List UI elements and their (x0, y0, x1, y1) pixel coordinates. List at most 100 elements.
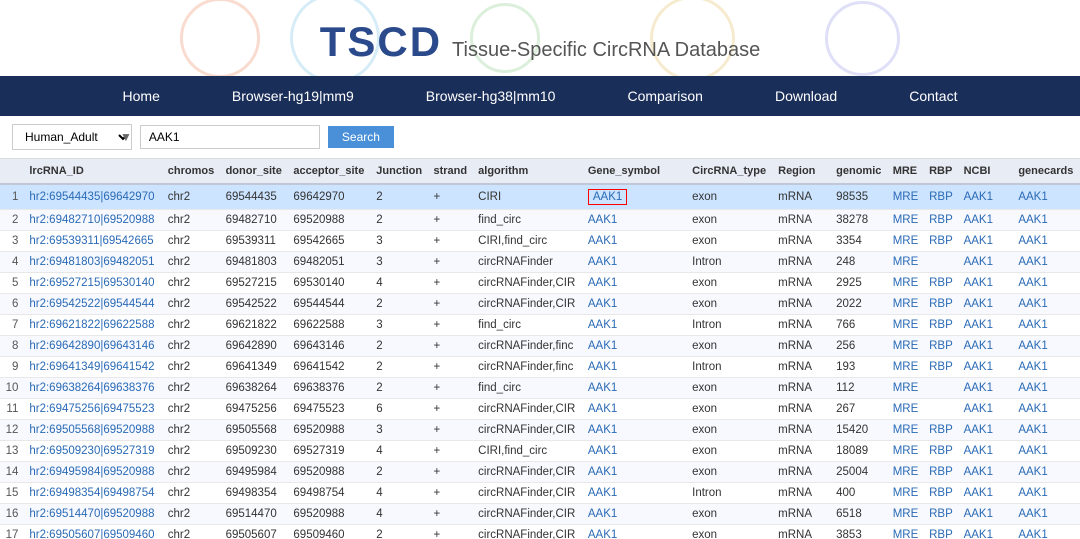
cell-gene[interactable]: AAK1 (583, 336, 687, 357)
rbp-link[interactable]: RBP (929, 340, 953, 352)
cell-ncbi[interactable]: AAK1 (959, 504, 1014, 525)
cell-ncbi[interactable]: AAK1 (959, 399, 1014, 420)
cell-id[interactable]: hr2:69498354|69498754 (24, 483, 162, 504)
cell-rbp[interactable]: RBP (924, 294, 958, 315)
mre-link[interactable]: MRE (893, 277, 919, 289)
cell-rbp[interactable]: RBP (924, 525, 958, 539)
cell-id[interactable]: hr2:69641349|69641542 (24, 357, 162, 378)
cell-ncbi[interactable]: AAK1 (959, 231, 1014, 252)
nav-item-browser-hg38-mm10[interactable]: Browser-hg38|mm10 (390, 76, 592, 116)
mre-link[interactable]: MRE (893, 466, 919, 478)
nav-item-comparison[interactable]: Comparison (591, 76, 738, 116)
genecards-link[interactable]: AAK1 (1018, 277, 1047, 289)
cell-id[interactable]: hr2:69539311|69542665 (24, 231, 162, 252)
cell-genecards[interactable]: AAK1 (1013, 252, 1080, 273)
lrcrna-id-link[interactable]: hr2:69475256|69475523 (29, 403, 154, 415)
cell-gene[interactable]: AAK1 (583, 273, 687, 294)
genecards-link[interactable]: AAK1 (1018, 382, 1047, 394)
cell-mre[interactable]: MRE (888, 378, 924, 399)
cell-id[interactable]: hr2:69544435|69642970 (24, 184, 162, 210)
rbp-link[interactable]: RBP (929, 445, 953, 457)
cell-genecards[interactable]: AAK1 (1013, 357, 1080, 378)
gene-symbol-link[interactable]: AAK1 (588, 340, 617, 352)
cell-mre[interactable]: MRE (888, 252, 924, 273)
genecards-link[interactable]: AAK1 (1018, 298, 1047, 310)
genecards-link[interactable]: AAK1 (1018, 508, 1047, 520)
cell-genecards[interactable]: AAK1 (1013, 210, 1080, 231)
rbp-link[interactable]: RBP (929, 529, 953, 539)
cell-mre[interactable]: MRE (888, 399, 924, 420)
cell-mre[interactable]: MRE (888, 441, 924, 462)
rbp-link[interactable]: RBP (929, 466, 953, 478)
cell-gene[interactable]: AAK1 (583, 483, 687, 504)
cell-ncbi[interactable]: AAK1 (959, 441, 1014, 462)
cell-rbp[interactable]: RBP (924, 273, 958, 294)
cell-genecards[interactable]: AAK1 (1013, 273, 1080, 294)
cell-mre[interactable]: MRE (888, 525, 924, 539)
cell-gene[interactable]: AAK1 (583, 504, 687, 525)
cell-rbp[interactable]: RBP (924, 231, 958, 252)
cell-id[interactable]: hr2:69475256|69475523 (24, 399, 162, 420)
cell-genecards[interactable]: AAK1 (1013, 441, 1080, 462)
cell-mre[interactable]: MRE (888, 462, 924, 483)
ncbi-link[interactable]: AAK1 (964, 340, 993, 352)
rbp-link[interactable]: RBP (929, 298, 953, 310)
genecards-link[interactable]: AAK1 (1018, 424, 1047, 436)
cell-id[interactable]: hr2:69481803|69482051 (24, 252, 162, 273)
cell-genecards[interactable]: AAK1 (1013, 399, 1080, 420)
lrcrna-id-link[interactable]: hr2:69638264|69638376 (29, 382, 154, 394)
cell-id[interactable]: hr2:69514470|69520988 (24, 504, 162, 525)
mre-link[interactable]: MRE (893, 340, 919, 352)
gene-symbol-link[interactable]: AAK1 (588, 214, 617, 226)
cell-rbp[interactable]: RBP (924, 357, 958, 378)
cell-ncbi[interactable]: AAK1 (959, 184, 1014, 210)
cell-mre[interactable]: MRE (888, 184, 924, 210)
cell-genecards[interactable]: AAK1 (1013, 378, 1080, 399)
gene-symbol-link[interactable]: AAK1 (588, 256, 617, 268)
genecards-link[interactable]: AAK1 (1018, 445, 1047, 457)
cell-genecards[interactable]: AAK1 (1013, 184, 1080, 210)
cell-gene[interactable]: AAK1 (583, 462, 687, 483)
cell-rbp[interactable]: RBP (924, 504, 958, 525)
gene-symbol-link[interactable]: AAK1 (588, 277, 617, 289)
cell-id[interactable]: hr2:69527215|69530140 (24, 273, 162, 294)
cell-rbp[interactable]: RBP (924, 462, 958, 483)
cell-ncbi[interactable]: AAK1 (959, 378, 1014, 399)
lrcrna-id-link[interactable]: hr2:69514470|69520988 (29, 508, 154, 520)
nav-item-download[interactable]: Download (739, 76, 873, 116)
ncbi-link[interactable]: AAK1 (964, 361, 993, 373)
mre-link[interactable]: MRE (893, 256, 919, 268)
cell-mre[interactable]: MRE (888, 357, 924, 378)
ncbi-link[interactable]: AAK1 (964, 256, 993, 268)
lrcrna-id-link[interactable]: hr2:69539311|69542665 (29, 235, 153, 247)
rbp-link[interactable]: RBP (929, 487, 953, 499)
rbp-link[interactable]: RBP (929, 508, 953, 520)
ncbi-link[interactable]: AAK1 (964, 466, 993, 478)
ncbi-link[interactable]: AAK1 (964, 319, 993, 331)
cell-gene[interactable]: AAK1 (583, 231, 687, 252)
cell-genecards[interactable]: AAK1 (1013, 294, 1080, 315)
rbp-link[interactable]: RBP (929, 424, 953, 436)
cell-gene[interactable]: AAK1 (583, 525, 687, 539)
genecards-link[interactable]: AAK1 (1018, 191, 1047, 203)
cell-mre[interactable]: MRE (888, 336, 924, 357)
search-input[interactable] (140, 125, 320, 149)
cell-mre[interactable]: MRE (888, 294, 924, 315)
cell-genecards[interactable]: AAK1 (1013, 420, 1080, 441)
cell-id[interactable]: hr2:69505568|69520988 (24, 420, 162, 441)
cell-ncbi[interactable]: AAK1 (959, 210, 1014, 231)
gene-symbol-link[interactable]: AAK1 (588, 361, 617, 373)
gene-symbol-link[interactable]: AAK1 (588, 487, 617, 499)
lrcrna-id-link[interactable]: hr2:69481803|69482051 (29, 256, 154, 268)
rbp-link[interactable]: RBP (929, 277, 953, 289)
cell-ncbi[interactable]: AAK1 (959, 420, 1014, 441)
gene-symbol-link[interactable]: AAK1 (588, 403, 617, 415)
cell-ncbi[interactable]: AAK1 (959, 462, 1014, 483)
lrcrna-id-link[interactable]: hr2:69544435|69642970 (29, 191, 154, 203)
mre-link[interactable]: MRE (893, 529, 919, 539)
ncbi-link[interactable]: AAK1 (964, 214, 993, 226)
rbp-link[interactable]: RBP (929, 235, 953, 247)
cell-rbp[interactable]: RBP (924, 441, 958, 462)
mre-link[interactable]: MRE (893, 424, 919, 436)
cell-ncbi[interactable]: AAK1 (959, 483, 1014, 504)
